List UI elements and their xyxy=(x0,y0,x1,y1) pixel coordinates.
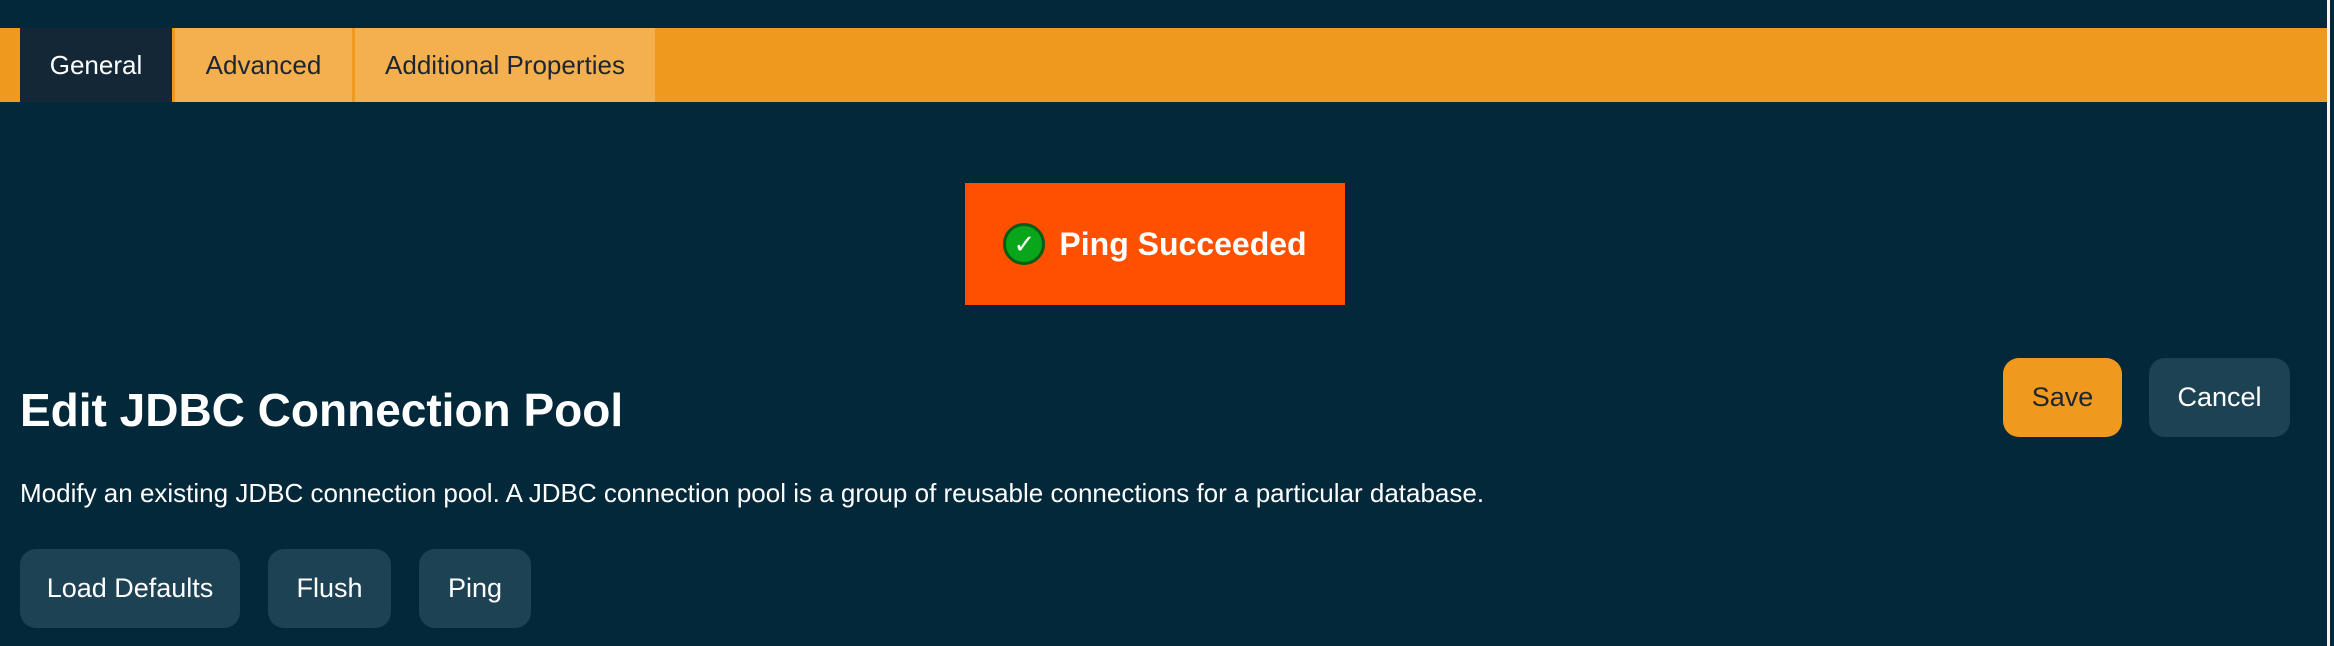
ping-button[interactable]: Ping xyxy=(419,549,531,628)
flush-button[interactable]: Flush xyxy=(268,549,391,628)
ping-status-message: Ping Succeeded xyxy=(1059,225,1307,262)
load-defaults-button[interactable]: Load Defaults xyxy=(20,549,240,628)
tab-bar: General Advanced Additional Properties xyxy=(0,28,2327,102)
check-icon: ✓ xyxy=(1003,223,1046,265)
save-button[interactable]: Save xyxy=(2003,358,2122,437)
cancel-button[interactable]: Cancel xyxy=(2149,358,2290,437)
tab-additional-properties[interactable]: Additional Properties xyxy=(355,28,655,102)
tab-advanced[interactable]: Advanced xyxy=(175,28,352,102)
page-title: Edit JDBC Connection Pool xyxy=(20,384,624,436)
ping-status-banner: ✓ Ping Succeeded xyxy=(965,183,1345,305)
tab-general[interactable]: General xyxy=(20,28,172,102)
page-description: Modify an existing JDBC connection pool.… xyxy=(20,478,1485,508)
window-edge xyxy=(2327,0,2330,646)
